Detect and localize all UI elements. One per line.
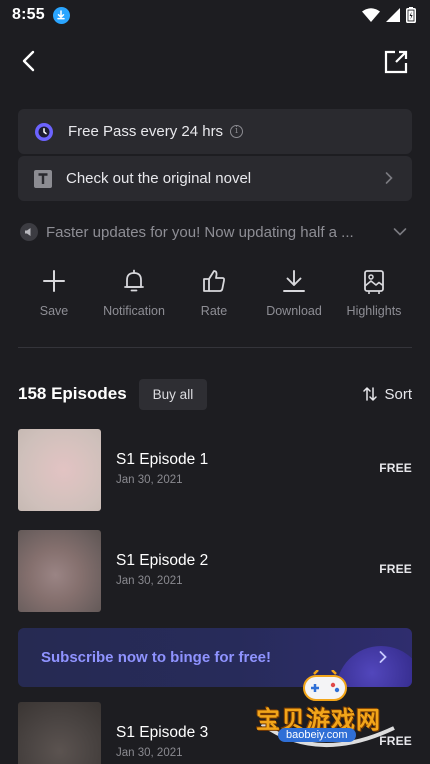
- chevron-down-icon[interactable]: [392, 224, 408, 240]
- action-bar: Save Notification Rate Download Highligh…: [14, 268, 414, 328]
- highlights-button[interactable]: Highlights: [334, 268, 414, 328]
- share-external-icon: [384, 50, 408, 74]
- chevron-right-icon: [385, 172, 393, 184]
- plus-icon: [43, 270, 65, 292]
- episodes-header: 158 Episodes Buy all Sort: [18, 378, 412, 410]
- watermark-url: baobeiy.com: [278, 728, 356, 742]
- episode-date: Jan 30, 2021: [116, 474, 183, 486]
- top-nav: [0, 40, 430, 84]
- episode-price-badge: FREE: [379, 562, 412, 576]
- subscribe-text: Subscribe now to binge for free!: [41, 649, 272, 666]
- episode-count: 158 Episodes: [18, 384, 127, 403]
- episode-row[interactable]: S1 Episode 2 Jan 30, 2021 FREE: [18, 530, 412, 612]
- notification-button[interactable]: Notification: [94, 268, 174, 328]
- image-icon: [364, 270, 384, 294]
- free-pass-label: Free Pass every 24 hrs: [68, 123, 224, 140]
- announcement-text: Faster updates for you! Now updating hal…: [46, 223, 354, 241]
- gamepad-icon: [303, 670, 347, 701]
- sort-button[interactable]: Sort: [362, 386, 412, 403]
- clock-icon: [35, 122, 53, 141]
- episode-thumbnail: [18, 429, 101, 511]
- download-icon: [283, 270, 305, 292]
- novel-book-icon: [34, 169, 52, 188]
- episode-thumbnail: [18, 530, 101, 612]
- buy-all-button[interactable]: Buy all: [138, 378, 208, 410]
- bell-icon: [124, 269, 144, 292]
- status-bar: 8:55: [0, 0, 430, 30]
- original-novel-card[interactable]: Check out the original novel: [18, 156, 412, 201]
- info-icon[interactable]: i: [230, 125, 244, 138]
- status-time: 8:55: [12, 6, 45, 23]
- signal-icon: [386, 8, 400, 22]
- rate-label: Rate: [200, 304, 228, 318]
- announcement-bar[interactable]: Faster updates for you! Now updating hal…: [20, 218, 414, 246]
- episode-thumbnail: [18, 702, 101, 764]
- episode-title: S1 Episode 3: [116, 724, 209, 741]
- free-pass-card[interactable]: Free Pass every 24 hrs i: [18, 109, 412, 154]
- battery-icon: [406, 7, 416, 23]
- notification-label: Notification: [103, 304, 165, 318]
- original-novel-label: Check out the original novel: [66, 170, 252, 187]
- sort-label: Sort: [384, 385, 412, 403]
- save-button[interactable]: Save: [14, 268, 94, 328]
- back-button[interactable]: [16, 48, 44, 76]
- download-button[interactable]: Download: [254, 268, 334, 328]
- chevron-left-icon: [22, 50, 35, 72]
- thumbs-up-icon: [203, 270, 225, 292]
- download-label: Download: [266, 304, 322, 318]
- wifi-icon: [362, 8, 380, 22]
- episode-row[interactable]: S1 Episode 1 Jan 30, 2021 FREE: [18, 429, 412, 511]
- highlights-label: Highlights: [346, 304, 402, 318]
- episode-price-badge: FREE: [379, 461, 412, 475]
- episode-date: Jan 30, 2021: [116, 575, 183, 587]
- chevron-right-icon: [379, 651, 387, 663]
- episode-date: Jan 30, 2021: [116, 747, 183, 759]
- speaker-icon: [20, 223, 38, 241]
- episode-title: S1 Episode 1: [116, 451, 209, 468]
- sort-icon: [363, 387, 378, 401]
- episode-title: S1 Episode 2: [116, 552, 209, 569]
- download-notification-icon: [52, 6, 70, 24]
- share-button[interactable]: [382, 48, 410, 76]
- watermark-logo: 宝贝游戏网 baobeiy.com: [252, 670, 402, 764]
- save-label: Save: [39, 304, 69, 318]
- section-divider: [18, 347, 412, 348]
- rate-button[interactable]: Rate: [174, 268, 254, 328]
